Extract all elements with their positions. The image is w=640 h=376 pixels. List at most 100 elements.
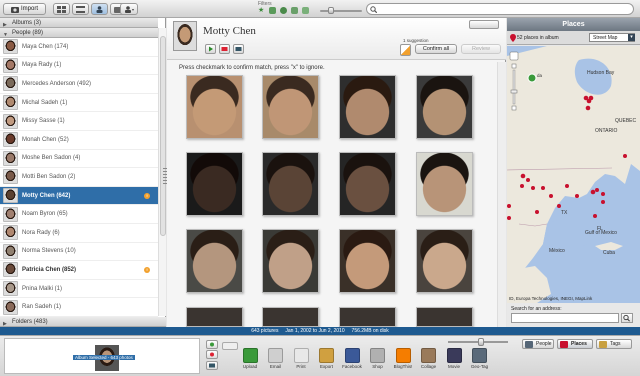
action-upload-button[interactable]: Upload bbox=[238, 348, 262, 369]
filter-slider[interactable] bbox=[320, 10, 362, 12]
hold-button[interactable] bbox=[206, 340, 218, 349]
action-label: Facebook bbox=[342, 364, 362, 369]
people-icon bbox=[96, 5, 103, 13]
action-email-button[interactable]: Email bbox=[264, 348, 288, 369]
confirm-all-button[interactable]: Confirm all bbox=[415, 44, 457, 54]
person-row[interactable]: Nora Rady (6) bbox=[0, 224, 158, 243]
dropdown-arrow-icon[interactable]: ▾ bbox=[628, 34, 635, 41]
albums-group[interactable]: ▶ Albums (3) bbox=[0, 18, 158, 28]
action-facebook-button[interactable]: Facebook bbox=[340, 348, 364, 369]
library-view-button[interactable] bbox=[53, 3, 70, 15]
person-row[interactable]: Motti Ben Sadon (2) bbox=[0, 168, 158, 187]
location-filter-icon[interactable] bbox=[291, 7, 298, 14]
action-export-button[interactable]: Export bbox=[315, 348, 339, 369]
suggestion-badge-icon[interactable]: ! bbox=[144, 192, 150, 199]
add-to-button[interactable] bbox=[206, 361, 218, 370]
tab-tags[interactable]: Tags bbox=[596, 339, 632, 349]
person-photo bbox=[173, 21, 197, 51]
person-row[interactable]: Norma Stevens (10) bbox=[0, 243, 158, 262]
face-thumbnail[interactable] bbox=[262, 75, 319, 139]
face-thumbnail[interactable] bbox=[339, 75, 396, 139]
action-movie-button[interactable]: Movie bbox=[442, 348, 466, 369]
person-row[interactable]: Maya Rady (1) bbox=[0, 57, 158, 76]
rotate-button[interactable] bbox=[222, 342, 238, 350]
face-thumbnail[interactable] bbox=[186, 152, 243, 216]
map-pin-icon bbox=[510, 34, 516, 42]
panel-splitter[interactable] bbox=[163, 168, 167, 184]
tag-filter-icon[interactable] bbox=[302, 7, 309, 14]
instructions-text: Press checkmark to confirm match, press … bbox=[179, 65, 325, 71]
faces-scrollbar[interactable] bbox=[497, 62, 506, 327]
person-row[interactable]: Ran Sadeh (1) bbox=[0, 298, 158, 317]
person-row[interactable]: Monah Chen (52) bbox=[0, 131, 158, 150]
film-button[interactable] bbox=[233, 44, 244, 54]
person-row[interactable]: Pnina Malki (1) bbox=[0, 280, 158, 299]
face-thumbnail[interactable] bbox=[262, 307, 319, 327]
face-thumbnail[interactable] bbox=[339, 152, 396, 216]
thumbnail-size-knob[interactable] bbox=[478, 338, 484, 346]
filter-icons: ★ bbox=[258, 7, 309, 14]
suggestion-badge-icon[interactable]: ! bbox=[144, 266, 150, 273]
map-marker bbox=[520, 173, 526, 179]
star-filter-icon[interactable]: ★ bbox=[258, 7, 265, 14]
video-filter-icon[interactable] bbox=[269, 7, 276, 14]
people-group[interactable]: ▼ People (89) bbox=[0, 28, 158, 38]
address-search-button[interactable] bbox=[621, 313, 633, 323]
action-print-button[interactable]: Print bbox=[289, 348, 313, 369]
person-row[interactable]: Moshe Ben Sadon (4) bbox=[0, 150, 158, 169]
slideshow-button[interactable] bbox=[205, 44, 216, 54]
view-size-toggle[interactable] bbox=[469, 20, 499, 29]
zoom-in-button bbox=[511, 63, 517, 69]
action-collage-button[interactable]: Collage bbox=[417, 348, 441, 369]
account-button[interactable] bbox=[120, 3, 138, 15]
face-thumbnail[interactable] bbox=[339, 229, 396, 293]
person-row[interactable]: Missy Sasse (1) bbox=[0, 112, 158, 131]
person-row[interactable]: Michal Sadeh (1) bbox=[0, 94, 158, 113]
face-thumbnail[interactable] bbox=[416, 307, 473, 327]
action-label: Export bbox=[319, 364, 333, 369]
pan-control bbox=[509, 51, 519, 61]
face-thumbnail[interactable] bbox=[186, 307, 243, 327]
scrollbar-thumb[interactable] bbox=[160, 36, 166, 236]
filter-slider-knob[interactable] bbox=[328, 7, 334, 14]
face-thumbnail[interactable] bbox=[416, 229, 473, 293]
avatar bbox=[3, 243, 18, 259]
action-blogthis-button[interactable]: BlogThis! bbox=[391, 348, 415, 369]
person-row[interactable]: Patricia Chen (852)! bbox=[0, 261, 158, 280]
email-person-button[interactable] bbox=[219, 44, 230, 54]
face-thumbnail[interactable] bbox=[262, 229, 319, 293]
person-row[interactable]: Motty Chen (642)! bbox=[0, 186, 158, 206]
review-button[interactable]: Review bbox=[461, 44, 501, 54]
person-name: Motty Chen bbox=[203, 25, 256, 37]
map-canvas[interactable]: da Hudson Bay QUEBEC ONTARIO TX FL Méxic… bbox=[507, 46, 640, 303]
search-input[interactable] bbox=[366, 3, 634, 15]
person-row[interactable]: Noam Byron (65) bbox=[0, 205, 158, 224]
face-thumbnail[interactable] bbox=[186, 75, 243, 139]
face-thumbnail[interactable] bbox=[416, 75, 473, 139]
action-shop-button[interactable]: Shop bbox=[366, 348, 390, 369]
suggestion-icon[interactable] bbox=[400, 44, 411, 56]
map-view[interactable]: da Hudson Bay QUEBEC ONTARIO TX FL Méxic… bbox=[507, 46, 640, 303]
person-row[interactable]: Maya Chen (174) bbox=[0, 38, 158, 57]
person-filter-icon[interactable] bbox=[280, 7, 287, 14]
add-to-icon bbox=[209, 363, 215, 368]
photo-tray[interactable]: Album Selected - 643 photos bbox=[4, 338, 200, 374]
map-marker bbox=[565, 184, 569, 188]
face-thumbnail[interactable] bbox=[339, 307, 396, 327]
clear-tray-button[interactable] bbox=[206, 350, 218, 359]
map-marker bbox=[535, 210, 539, 214]
action-geo-tag-button[interactable]: Geo-Tag bbox=[468, 348, 492, 369]
person-row[interactable]: Mercedes Anderson (492) bbox=[0, 75, 158, 94]
face-thumbnail[interactable] bbox=[416, 152, 473, 216]
people-view-button[interactable] bbox=[91, 3, 108, 15]
address-search-input[interactable] bbox=[511, 313, 619, 323]
folders-group[interactable]: ▶ Folders (483) bbox=[0, 317, 166, 327]
map-marker bbox=[531, 186, 535, 190]
address-search-label: Search for an address: bbox=[511, 306, 562, 312]
face-thumbnail[interactable] bbox=[186, 229, 243, 293]
tab-places[interactable]: Places bbox=[557, 339, 593, 349]
import-button[interactable]: Import bbox=[3, 3, 46, 15]
tab-people[interactable]: People bbox=[522, 339, 554, 349]
list-view-button[interactable] bbox=[72, 3, 89, 15]
face-thumbnail[interactable] bbox=[262, 152, 319, 216]
